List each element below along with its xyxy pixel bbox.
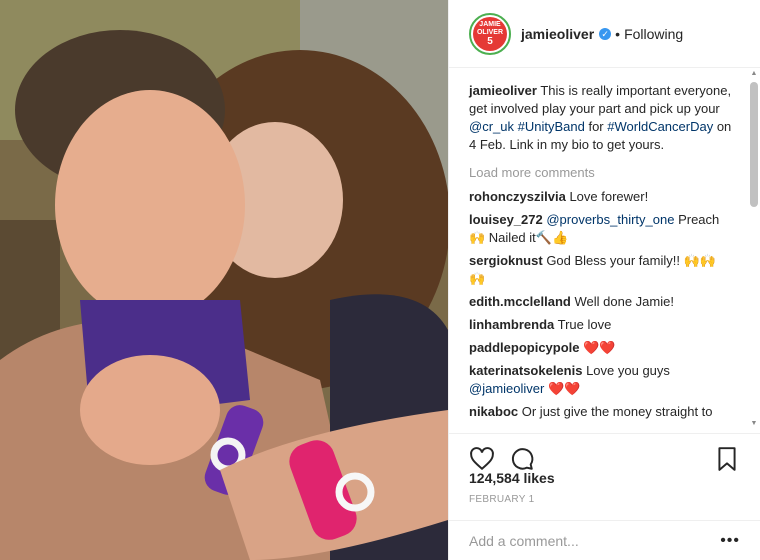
comment-item: edith.mcclelland Well done Jamie! xyxy=(469,293,734,311)
comment-item: paddlepopicypole ❤️❤️ xyxy=(469,339,734,357)
comment-text: Well done Jamie! xyxy=(574,294,674,309)
comment-mention[interactable]: @proverbs_thirty_one xyxy=(546,212,674,227)
comment-tail: ❤️❤️ xyxy=(547,381,581,396)
comment-text: Love forewer! xyxy=(569,189,649,204)
likes-count[interactable]: 124,584 likes xyxy=(469,470,555,486)
comment-icon[interactable] xyxy=(509,446,535,472)
follow-status-button[interactable]: Following xyxy=(624,26,683,42)
post-photo[interactable] xyxy=(0,0,448,560)
caption-text-3: for xyxy=(584,119,608,134)
comment-item: rohonczyszilvia Love forewer! xyxy=(469,188,734,206)
comment-text: Or just give the money straight to xyxy=(521,404,713,419)
avatar-logo: JAMIE OLIVER 5 xyxy=(473,16,507,51)
comment-mention[interactable]: @jamieoliver xyxy=(469,381,544,396)
post-caption: jamieoliver This is really important eve… xyxy=(469,82,734,154)
scroll-down-arrow-icon[interactable]: ▼ xyxy=(750,420,758,428)
comment-user[interactable]: rohonczyszilvia xyxy=(469,189,566,204)
comment-item: sergioknust God Bless your family!! 🙌🙌 🙌 xyxy=(469,252,734,288)
comment-text: Love you guys xyxy=(586,363,670,378)
ellipsis-icon[interactable]: ••• xyxy=(720,532,740,550)
comment-item: louisey_272 @proverbs_thirty_one Preach … xyxy=(469,211,734,247)
comment-item: katerinatsokelenis Love you guys @jamieo… xyxy=(469,362,734,398)
comment-item: nikaboc Or just give the money straight … xyxy=(469,403,734,421)
add-comment-bar: Add a comment... ••• xyxy=(449,520,760,560)
caption-author[interactable]: jamieoliver xyxy=(469,83,537,98)
comment-text: ❤️❤️ xyxy=(583,340,616,355)
load-more-comments-button[interactable]: Load more comments xyxy=(469,164,734,182)
comments-list[interactable]: jamieoliver This is really important eve… xyxy=(449,68,744,433)
verified-badge-icon: ✓ xyxy=(599,27,612,40)
comment-user[interactable]: nikaboc xyxy=(469,404,518,419)
comment-text: True love xyxy=(557,317,612,332)
author-avatar[interactable]: JAMIE OLIVER 5 xyxy=(469,12,511,55)
comment-user[interactable]: linhambrenda xyxy=(469,317,554,332)
caption-mention[interactable]: @cr_uk xyxy=(469,119,514,134)
caption-hashtag-unityband[interactable]: #UnityBand xyxy=(518,119,585,134)
comment-user[interactable]: paddlepopicypole xyxy=(469,340,580,355)
author-handle[interactable]: jamieoliver xyxy=(521,26,594,42)
instagram-post: JAMIE OLIVER 5 jamieoliver ✓ • Following… xyxy=(0,0,760,560)
comment-item: linhambrenda True love xyxy=(469,316,734,334)
post-sidebar: JAMIE OLIVER 5 jamieoliver ✓ • Following… xyxy=(448,0,760,560)
post-header: JAMIE OLIVER 5 jamieoliver ✓ • Following xyxy=(449,0,760,68)
scroll-up-arrow-icon[interactable]: ▲ xyxy=(750,70,758,78)
comment-user[interactable]: katerinatsokelenis xyxy=(469,363,582,378)
comment-user[interactable]: sergioknust xyxy=(469,253,543,268)
bookmark-icon[interactable] xyxy=(714,446,740,472)
caption-hashtag-worldcancerday[interactable]: #WorldCancerDay xyxy=(607,119,713,134)
heart-icon[interactable] xyxy=(469,446,495,472)
comment-user[interactable]: edith.mcclelland xyxy=(469,294,571,309)
add-comment-input[interactable]: Add a comment... xyxy=(469,533,579,549)
separator-dot: • xyxy=(615,25,621,42)
avatar-text: JAMIE OLIVER xyxy=(476,20,504,36)
comment-user[interactable]: louisey_272 xyxy=(469,212,543,227)
post-image xyxy=(0,0,448,560)
post-date: FEBRUARY 1 xyxy=(469,494,535,505)
comments-scrollbar[interactable] xyxy=(750,82,758,207)
avatar-number: 5 xyxy=(487,35,493,47)
